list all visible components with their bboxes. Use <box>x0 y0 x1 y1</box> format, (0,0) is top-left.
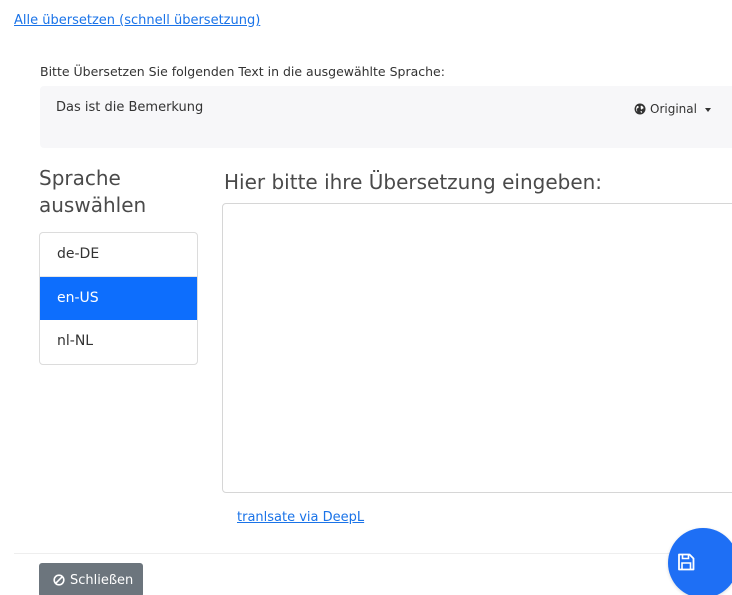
caret-down-icon <box>704 107 711 112</box>
footer-divider <box>14 553 732 554</box>
translation-instruction: Bitte Übersetzen Sie folgenden Text in d… <box>40 64 445 79</box>
language-list: de-DE en-US nl-NL <box>39 232 198 365</box>
save-button[interactable] <box>668 528 732 595</box>
source-text-box: Das ist die Bemerkung Original <box>40 86 732 148</box>
original-dropdown-label: Original <box>650 102 697 116</box>
save-icon <box>676 552 696 572</box>
deepl-translate-link[interactable]: tranlsate via DeepL <box>237 510 364 525</box>
close-button-label: Schließen <box>70 572 134 588</box>
original-dropdown[interactable]: Original <box>634 102 711 116</box>
source-text: Das ist die Bemerkung <box>56 100 204 115</box>
translate-all-link[interactable]: Alle übersetzen (schnell übersetzung) <box>14 13 260 28</box>
translation-input[interactable] <box>222 203 732 493</box>
close-button[interactable]: Schließen <box>39 563 144 595</box>
translation-heading: Hier bitte ihre Übersetzung eingeben: <box>224 170 603 194</box>
language-item-de-DE[interactable]: de-DE <box>40 233 197 277</box>
globe-icon <box>634 103 646 115</box>
ban-icon <box>53 574 65 586</box>
language-item-nl-NL[interactable]: nl-NL <box>40 320 197 364</box>
language-panel-heading: Sprache auswählen <box>39 166 147 217</box>
language-item-en-US[interactable]: en-US <box>40 276 197 320</box>
translation-dialog: Alle übersetzen (schnell übersetzung) Bi… <box>0 0 732 595</box>
